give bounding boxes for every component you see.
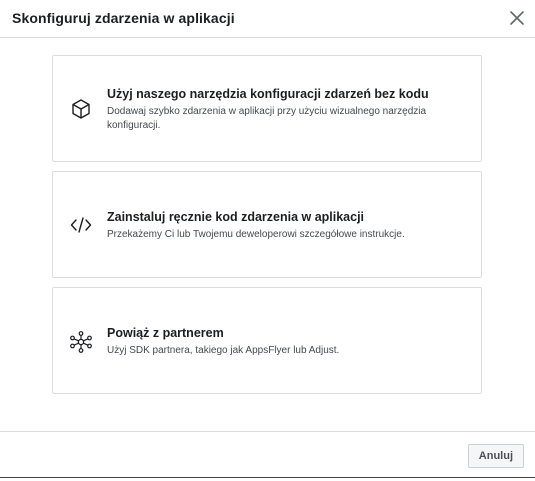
option-partner[interactable]: Powiąż z partnerem Użyj SDK partnera, ta… [52,287,482,394]
option-text: Powiąż z partnerem Użyj SDK partnera, ta… [107,325,467,358]
option-description: Użyj SDK partnera, takiego jak AppsFlyer… [107,345,340,356]
cancel-button[interactable]: Anuluj [467,444,524,468]
option-text: Użyj naszego narzędzia konfiguracji zdar… [107,86,467,133]
option-text: Zainstaluj ręcznie kod zdarzenia w aplik… [107,209,467,242]
close-icon [510,11,524,25]
code-icon [69,213,93,237]
close-button[interactable] [507,8,527,28]
option-description: Przekażemy Ci lub Twojemu deweloperowi s… [107,229,405,240]
dialog-header: Skonfiguruj zdarzenia w aplikacji [0,0,535,38]
option-title: Użyj naszego narzędzia konfiguracji zdar… [107,87,429,101]
background-page-edge [0,477,535,481]
network-icon [69,330,93,354]
option-manual-code[interactable]: Zainstaluj ręcznie kod zdarzenia w aplik… [52,171,482,278]
dialog-footer: Anuluj [0,431,535,477]
dialog-title: Skonfiguruj zdarzenia w aplikacji [12,10,235,26]
option-title: Zainstaluj ręcznie kod zdarzenia w aplik… [107,210,365,224]
cube-icon [69,97,93,121]
option-description: Dodawaj szybko zdarzenia w aplikacji prz… [107,106,427,131]
option-no-code-tool[interactable]: Użyj naszego narzędzia konfiguracji zdar… [52,55,482,162]
option-title: Powiąż z partnerem [107,326,224,340]
dialog: Skonfiguruj zdarzenia w aplikacji Użyj n… [0,0,535,481]
